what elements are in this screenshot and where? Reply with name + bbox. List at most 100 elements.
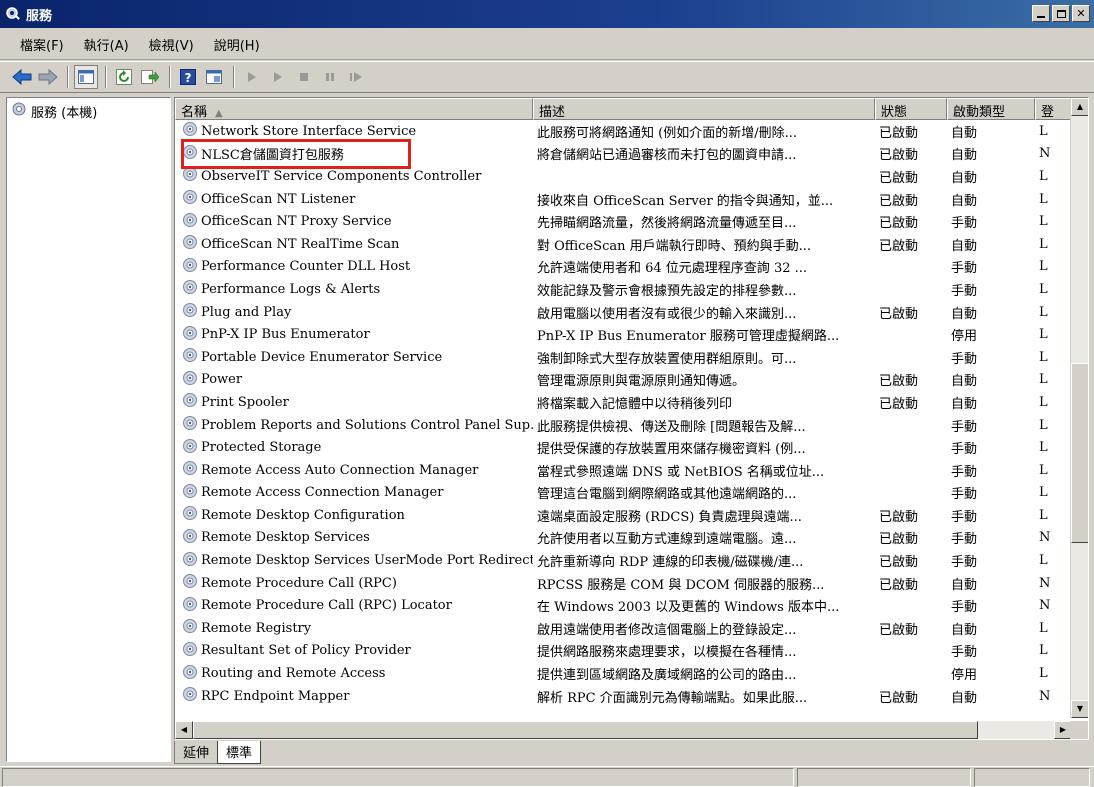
service-row[interactable]: Print Spooler 將檔案載入記憶體中以待稍後列印 已啟動 自動 L [175, 391, 1072, 414]
service-startup-type: 自動 [951, 170, 978, 186]
column-header-description[interactable]: 描述 [533, 98, 875, 120]
service-row[interactable]: OfficeScan NT RealTime Scan 對 OfficeScan … [175, 233, 1072, 256]
service-startup-type: 手動 [951, 464, 978, 480]
back-button[interactable] [10, 65, 34, 89]
service-row[interactable]: Remote Desktop Services 允許使用者以互動方式連線到遠端電腦… [175, 527, 1072, 550]
horizontal-scrollbar[interactable]: ◀ ▶ [175, 721, 1072, 739]
scroll-up-button[interactable]: ▲ [1071, 98, 1088, 116]
column-header-logon[interactable]: 登 [1035, 98, 1072, 120]
service-row[interactable]: Problem Reports and Solutions Control Pa… [175, 414, 1072, 437]
service-row[interactable]: Network Store Interface Service 此服務可將網路通知… [175, 120, 1072, 143]
service-row[interactable]: Remote Procedure Call (RPC) Locator 在 Win… [175, 594, 1072, 617]
menu-file[interactable]: 檔案(F) [10, 32, 74, 57]
menu-help[interactable]: 說明(H) [204, 32, 270, 57]
service-name: ObserveIT Service Components Controller [201, 168, 482, 184]
service-logon: N [1039, 146, 1051, 162]
service-logon: L [1039, 123, 1048, 139]
service-row[interactable]: Routing and Remote Access 提供連到區域網路及廣域網路的公… [175, 662, 1072, 685]
start-service-button[interactable] [240, 65, 264, 89]
forward-button[interactable] [36, 65, 60, 89]
service-name-cell: Protected Storage [175, 437, 533, 459]
service-row[interactable]: PnP-X IP Bus Enumerator PnP-X IP Bus Enum… [175, 323, 1072, 346]
restart-service-button[interactable] [344, 65, 368, 89]
service-row[interactable]: OfficeScan NT Proxy Service 先掃瞄網路流量，然後將網路… [175, 210, 1072, 233]
gear-icon [11, 101, 27, 121]
service-row[interactable]: ObserveIT Service Components Controller 已… [175, 165, 1072, 188]
tree-item-services-local[interactable]: 服務 (本機) [7, 98, 170, 124]
tab-extended[interactable]: 延伸 [174, 741, 219, 764]
service-status: 已啟動 [879, 622, 919, 638]
service-row[interactable]: Remote Registry 啟用遠端使用者修改這個電腦上的登錄設定... 已啟動… [175, 617, 1072, 640]
start-service-alt-button[interactable] [266, 65, 290, 89]
refresh-button[interactable] [112, 65, 136, 89]
service-description: 允許遠端使用者和 64 位元處理程序查詢 32 ... [537, 261, 808, 277]
service-description: 啟用遠端使用者修改這個電腦上的登錄設定... [537, 622, 797, 638]
gear-icon [181, 211, 199, 233]
service-name-cell: Portable Device Enumerator Service [175, 346, 533, 368]
close-button[interactable]: ✕ [1072, 5, 1090, 22]
services-rows: Network Store Interface Service 此服務可將網路通知… [175, 120, 1072, 718]
service-name-cell: Resultant Set of Policy Provider [175, 640, 533, 662]
service-row[interactable]: Remote Desktop Configuration 遠端桌面設定服務 (RD… [175, 504, 1072, 527]
service-row[interactable]: Power 管理電源原則與電源原則通知傳遞。 已啟動 自動 L [175, 369, 1072, 392]
service-description: 先掃瞄網路流量，然後將網路流量傳遞至目... [537, 216, 797, 232]
scroll-left-button[interactable]: ◀ [175, 721, 193, 739]
service-row[interactable]: Remote Access Auto Connection Manager 當程式… [175, 459, 1072, 482]
horizontal-scroll-thumb[interactable] [193, 721, 978, 739]
properties-button[interactable] [202, 65, 226, 89]
vertical-scrollbar[interactable]: ▲ ▼ [1070, 98, 1088, 718]
column-header-name[interactable]: 名稱 ▲ [175, 98, 533, 120]
service-row[interactable]: Portable Device Enumerator Service 強制卸除式大… [175, 346, 1072, 369]
minimize-button[interactable] [1032, 5, 1050, 22]
maximize-icon [1056, 9, 1066, 18]
show-console-tree-button[interactable] [74, 65, 98, 89]
service-row[interactable]: Remote Desktop Services UserMode Port Re… [175, 549, 1072, 572]
list-header: 名稱 ▲ 描述 狀態 啟動類型 登 [175, 98, 1088, 120]
service-row[interactable]: Remote Procedure Call (RPC) RPCSS 服務是 COM… [175, 572, 1072, 595]
service-row[interactable]: OfficeScan NT Listener 接收來自 OfficeScan Se… [175, 188, 1072, 211]
menu-action[interactable]: 執行(A) [74, 32, 139, 57]
service-name: Network Store Interface Service [201, 123, 417, 139]
service-row[interactable]: NLSC倉儲圖資打包服務 將倉儲網站已通過審核而未打包的圖資申請... 已啟動 自動 N [175, 143, 1072, 166]
window-title: 服務 [26, 8, 53, 24]
service-description: 遠端桌面設定服務 (RDCS) 負責處理與遠端... [537, 509, 802, 525]
service-logon: L [1039, 394, 1048, 410]
service-startup-type: 手動 [951, 419, 978, 435]
service-description: 強制卸除式大型存放裝置使用群組原則。可... [537, 351, 797, 367]
vertical-scroll-thumb[interactable] [1071, 363, 1088, 543]
gear-icon [181, 256, 199, 278]
pause-service-button[interactable] [318, 65, 342, 89]
service-logon: L [1039, 281, 1048, 297]
service-name: Remote Registry [201, 620, 312, 636]
service-row[interactable]: Performance Logs & Alerts 效能記錄及警示會根據預先設定的… [175, 278, 1072, 301]
column-header-startup-type[interactable]: 啟動類型 [947, 98, 1035, 120]
service-row[interactable]: Resultant Set of Policy Provider 提供網路服務來處… [175, 640, 1072, 663]
service-row[interactable]: Plug and Play 啟用電腦以使用者沒有或很少的輸入來識別... 已啟動 自動… [175, 301, 1072, 324]
status-bar [0, 766, 1094, 787]
service-startup-type: 自動 [951, 148, 978, 164]
service-status: 已啟動 [879, 125, 919, 141]
scroll-down-button[interactable]: ▼ [1071, 700, 1088, 718]
service-row[interactable]: Remote Access Connection Manager 管理這台電腦到網… [175, 482, 1072, 505]
help-button[interactable]: ? [176, 65, 200, 89]
service-row[interactable]: RPC Endpoint Mapper 解析 RPC 介面識別元為傳輸端點。如果此… [175, 685, 1072, 708]
menu-view[interactable]: 檢視(V) [139, 32, 204, 57]
back-arrow-icon [12, 69, 32, 85]
service-logon: L [1039, 462, 1048, 478]
service-status: 已啟動 [879, 509, 919, 525]
gear-icon [181, 165, 199, 187]
service-name-cell: Performance Counter DLL Host [175, 256, 533, 278]
stop-service-button[interactable] [292, 65, 316, 89]
export-list-button[interactable] [138, 65, 162, 89]
play-icon [248, 72, 256, 82]
service-startup-type: 手動 [951, 283, 978, 299]
minimize-icon [1037, 16, 1045, 18]
column-header-status[interactable]: 狀態 [875, 98, 947, 120]
service-row[interactable]: Protected Storage 提供受保護的存放裝置用來儲存機密資料 (例..… [175, 436, 1072, 459]
tab-standard[interactable]: 標準 [217, 741, 262, 764]
service-row[interactable]: Performance Counter DLL Host 允許遠端使用者和 64 … [175, 256, 1072, 279]
maximize-button[interactable] [1052, 5, 1070, 22]
service-description: 將倉儲網站已通過審核而未打包的圖資申請... [537, 148, 797, 164]
service-logon: L [1039, 349, 1048, 365]
services-gear-icon [4, 5, 22, 23]
